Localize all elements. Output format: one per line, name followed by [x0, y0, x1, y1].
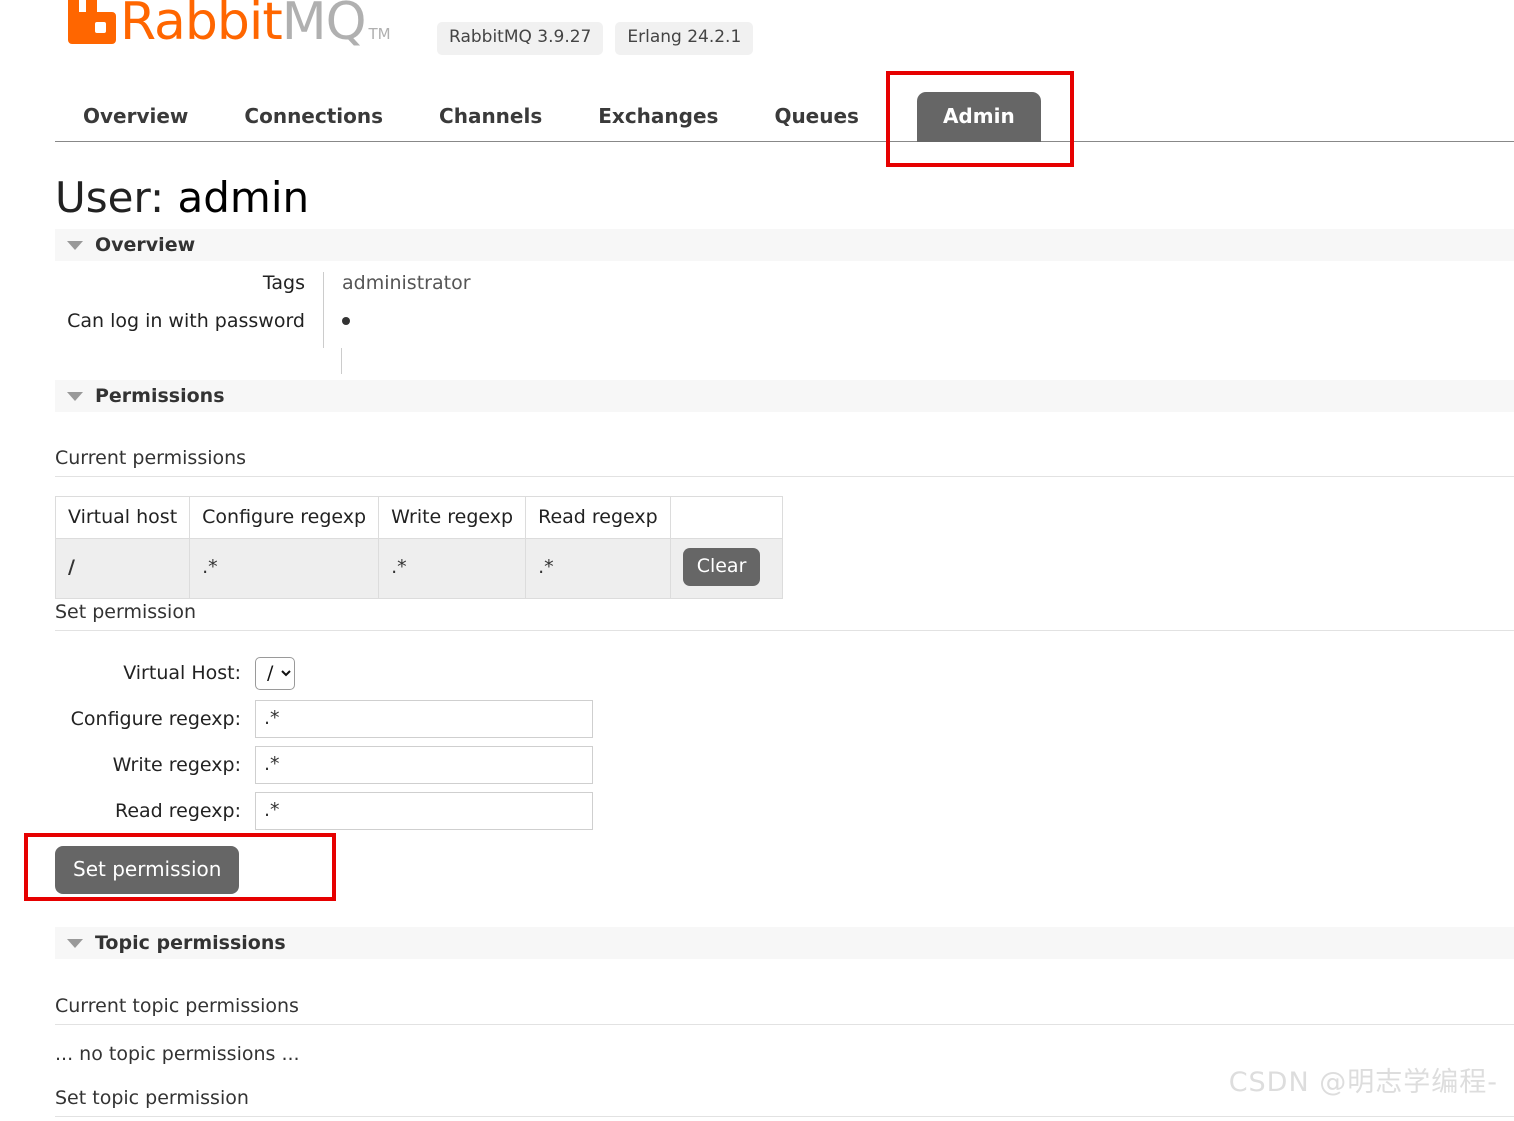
tab-connections[interactable]: Connections: [244, 104, 383, 142]
form-row-write-regexp: Write regexp:: [55, 742, 593, 788]
overview-row-tags: Tags administrator: [55, 272, 755, 310]
overview-divider-tail: [341, 348, 342, 374]
overview-value-can-login: [323, 310, 350, 348]
section-header-overview[interactable]: Overview: [55, 229, 1514, 261]
form-row-read-regexp: Read regexp:: [55, 788, 593, 834]
section-title-overview: Overview: [95, 234, 196, 256]
label-current-topic-permissions: Current topic permissions: [55, 995, 1514, 1025]
tab-exchanges[interactable]: Exchanges: [598, 104, 718, 142]
nav-items: Overview Connections Channels Exchanges …: [55, 92, 1059, 142]
virtual-host-select[interactable]: /: [255, 656, 295, 690]
current-permissions-table: Virtual host Configure regexp Write rege…: [54, 496, 783, 599]
section-title-permissions: Permissions: [95, 385, 225, 407]
form-label-write-regexp: Write regexp:: [112, 754, 241, 776]
read-regexp-input[interactable]: [255, 792, 593, 830]
overview-row-can-login: Can log in with password: [55, 310, 755, 348]
configure-regexp-input[interactable]: [255, 700, 593, 738]
tab-queues[interactable]: Queues: [774, 104, 859, 142]
page-header: Rabbit MQ TM RabbitMQ 3.9.27 Erlang 24.2…: [0, 0, 1514, 72]
write-regexp-input[interactable]: [255, 746, 593, 784]
rabbitmq-management-page: Rabbit MQ TM RabbitMQ 3.9.27 Erlang 24.2…: [0, 0, 1514, 1121]
set-permission-button[interactable]: Set permission: [55, 846, 240, 894]
page-title: User: admin: [55, 175, 309, 221]
tab-channels[interactable]: Channels: [439, 104, 542, 142]
page-title-prefix: User:: [55, 173, 165, 222]
form-label-configure-regexp: Configure regexp:: [70, 708, 241, 730]
password-set-dot-icon: [342, 317, 350, 325]
cell-virtual-host: /: [54, 538, 191, 599]
overview-value-tags: administrator: [323, 272, 471, 310]
cell-configure-regexp: .*: [189, 538, 380, 599]
overview-label-tags: Tags: [262, 272, 305, 294]
rabbit-logo-icon: [68, 0, 116, 44]
label-current-permissions: Current permissions: [55, 447, 1514, 477]
col-read-regexp: Read regexp: [525, 496, 671, 539]
col-actions: [669, 496, 783, 539]
chevron-down-icon: [67, 391, 83, 401]
col-configure-regexp: Configure regexp: [189, 496, 380, 539]
logo-text-mq: MQ: [281, 0, 367, 52]
section-title-topic-permissions: Topic permissions: [95, 932, 286, 954]
rabbitmq-version-badge: RabbitMQ 3.9.27: [437, 22, 604, 55]
tab-admin[interactable]: Admin: [916, 92, 1041, 142]
csdn-watermark: CSDN @明志学编程-: [1228, 1067, 1498, 1098]
erlang-version-badge: Erlang 24.2.1: [615, 22, 754, 55]
set-permission-form: Virtual Host: / Configure regexp: Write …: [55, 650, 593, 834]
table-header-row: Virtual host Configure regexp Write rege…: [54, 496, 783, 539]
version-badges: RabbitMQ 3.9.27 Erlang 24.2.1: [437, 22, 754, 55]
form-label-read-regexp: Read regexp:: [115, 800, 241, 822]
form-label-virtual-host: Virtual Host:: [123, 662, 241, 684]
chevron-down-icon: [67, 938, 83, 948]
main-navigation: Overview Connections Channels Exchanges …: [0, 92, 1514, 144]
col-write-regexp: Write regexp: [378, 496, 527, 539]
user-overview-list: Tags administrator Can log in with passw…: [55, 272, 755, 348]
cell-actions: Clear: [669, 538, 783, 599]
form-row-configure-regexp: Configure regexp:: [55, 696, 593, 742]
form-row-virtual-host: Virtual Host: /: [55, 650, 593, 696]
page-title-username: admin: [177, 173, 310, 222]
section-header-permissions[interactable]: Permissions: [55, 380, 1514, 412]
no-topic-permissions-text: ... no topic permissions ...: [55, 1043, 300, 1065]
table-row: / .* .* .* Clear: [54, 538, 783, 599]
label-set-permission: Set permission: [55, 601, 1514, 631]
section-header-topic-permissions[interactable]: Topic permissions: [55, 927, 1514, 959]
logo-trademark: TM: [368, 25, 391, 43]
col-virtual-host: Virtual host: [54, 496, 191, 539]
clear-permission-button[interactable]: Clear: [682, 548, 761, 586]
tab-overview[interactable]: Overview: [83, 104, 188, 142]
chevron-down-icon: [67, 240, 83, 250]
logo-text-rabbit: Rabbit: [120, 0, 283, 52]
overview-label-can-login: Can log in with password: [67, 310, 305, 332]
rabbitmq-logo[interactable]: Rabbit MQ TM: [62, 0, 391, 48]
cell-write-regexp: .*: [378, 538, 527, 599]
cell-read-regexp: .*: [525, 538, 671, 599]
